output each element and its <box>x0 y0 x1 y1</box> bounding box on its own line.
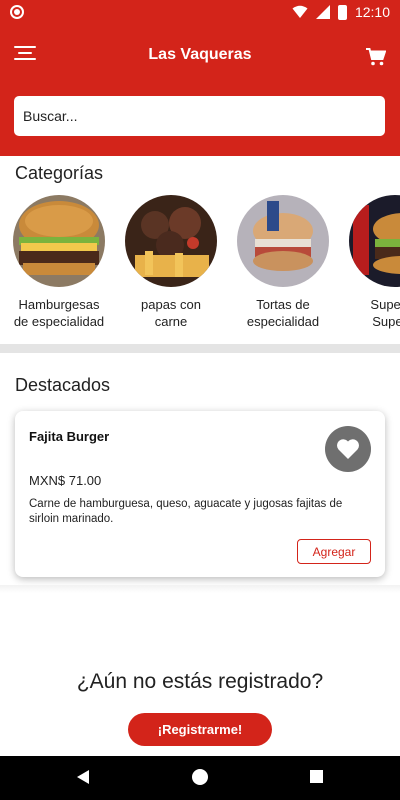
section-divider <box>0 344 400 353</box>
categories-heading: Categorías <box>15 163 104 183</box>
product-description: Carne de hamburguesa, queso, aguacate y … <box>29 498 343 525</box>
categories-carousel[interactable]: Hamburgesas de especialidad papas con ca… <box>0 195 400 345</box>
battery-icon <box>337 4 347 20</box>
heart-icon <box>337 439 359 459</box>
category-label-line2: Superto <box>372 314 400 329</box>
category-label-line2: especialidad <box>246 314 320 329</box>
product-name: Fajita Burger <box>29 429 110 444</box>
category-item-papas[interactable]: papas con carne <box>115 195 227 330</box>
product-price: MXN$ 71.00 <box>29 473 102 488</box>
category-label-line1: Hamburgesas <box>18 297 100 312</box>
category-image-superburger <box>349 195 400 287</box>
category-label-line1: Superbu <box>370 297 400 312</box>
category-item-tortas[interactable]: Tortas de especialidad <box>227 195 339 330</box>
app-bar: Las Vaqueras <box>0 24 400 156</box>
search-input[interactable] <box>14 96 385 136</box>
category-label-line2: de especialidad <box>13 314 105 329</box>
add-to-cart-button[interactable]: Agregar <box>297 539 371 564</box>
category-label-line1: Tortas de <box>256 297 310 312</box>
wifi-icon <box>292 5 308 18</box>
category-image-torta <box>237 195 329 287</box>
register-prompt: ¿Aún no estás registrado? <box>76 670 324 693</box>
app-title: Las Vaqueras <box>148 46 252 63</box>
featured-heading: Destacados <box>15 375 111 395</box>
home-icon[interactable] <box>192 769 208 785</box>
app-screen: 12:10 Las Vaqueras Categorías <box>0 0 400 800</box>
status-bar: 12:10 <box>0 0 400 24</box>
category-item-superburger[interactable]: Superbu Superto <box>339 195 400 330</box>
cart-icon[interactable] <box>366 48 386 66</box>
category-label-line1: papas con <box>141 297 201 312</box>
section-shadow <box>0 585 400 593</box>
register-button[interactable]: ¡Registrarme! <box>128 713 272 746</box>
notification-icon <box>10 5 24 19</box>
signal-icon <box>315 5 330 19</box>
status-time: 12:10 <box>354 4 390 20</box>
category-label-line2: carne <box>154 314 188 329</box>
category-image-burger <box>13 195 105 287</box>
favorite-button[interactable] <box>325 426 371 472</box>
category-image-fries <box>125 195 217 287</box>
system-nav-bar <box>0 756 400 800</box>
category-item-hamburgesas[interactable]: Hamburgesas de especialidad <box>3 195 115 330</box>
back-icon[interactable] <box>77 770 89 784</box>
product-card[interactable]: Fajita Burger MXN$ 71.00 Carne de hambur… <box>15 411 385 577</box>
recents-icon[interactable] <box>310 770 323 783</box>
